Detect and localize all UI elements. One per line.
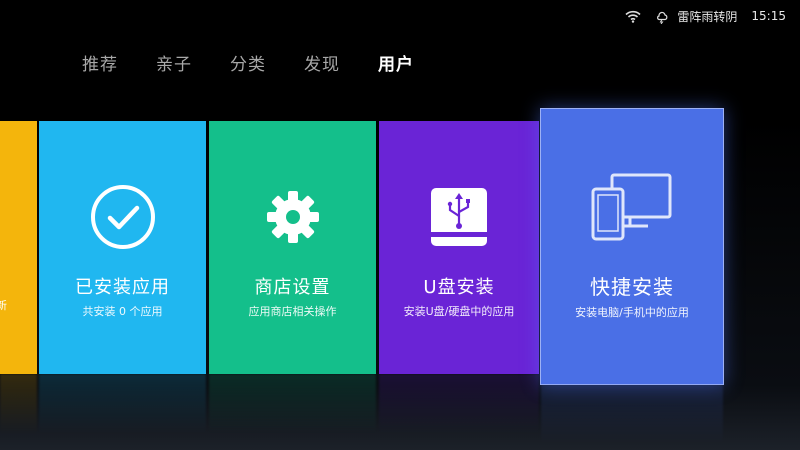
card-usb-install[interactable]: U盘安装 安装U盘/硬盘中的应用 (379, 121, 539, 434)
tab-categories[interactable]: 分类 (230, 50, 266, 75)
card-quick-title: 快捷安装 (590, 275, 674, 299)
card-usb-title: U盘安装 (423, 277, 495, 298)
clock: 15:15 (751, 9, 786, 23)
wifi-icon (625, 10, 641, 23)
tab-user[interactable]: 用户 (378, 50, 414, 75)
card-quick-subtitle: 安装电脑/手机中的应用 (575, 306, 689, 319)
status-bar: 雷阵雨转阴 15:15 (625, 6, 786, 26)
usb-drive-icon (429, 183, 489, 251)
top-nav: 推荐 亲子 分类 发现 用户 (82, 50, 414, 75)
weather-icon (655, 9, 669, 24)
check-circle-icon (89, 183, 157, 251)
card-installed-subtitle: 共安装 0 个应用 (82, 305, 163, 318)
card-quick-install[interactable]: 快捷安装 安装电脑/手机中的应用 (540, 108, 724, 444)
tab-discover[interactable]: 发现 (304, 50, 340, 75)
card-partial-text: 新 (0, 299, 7, 312)
card-usb-subtitle: 安装U盘/硬盘中的应用 (403, 305, 515, 318)
weather-text: 雷阵雨转阴 (677, 9, 738, 24)
card-store-subtitle: 应用商店相关操作 (248, 305, 337, 318)
card-store-title: 商店设置 (254, 277, 331, 298)
card-installed-title: 已安装应用 (75, 277, 170, 298)
card-installed-apps[interactable]: 已安装应用 共安装 0 个应用 (39, 121, 206, 434)
card-partial[interactable]: 新 (0, 121, 37, 434)
gear-icon (265, 183, 321, 251)
card-store-settings[interactable]: 商店设置 应用商店相关操作 (209, 121, 376, 434)
tab-recommend[interactable]: 推荐 (82, 50, 118, 75)
devices-icon (590, 173, 674, 241)
tab-family[interactable]: 亲子 (156, 50, 192, 75)
